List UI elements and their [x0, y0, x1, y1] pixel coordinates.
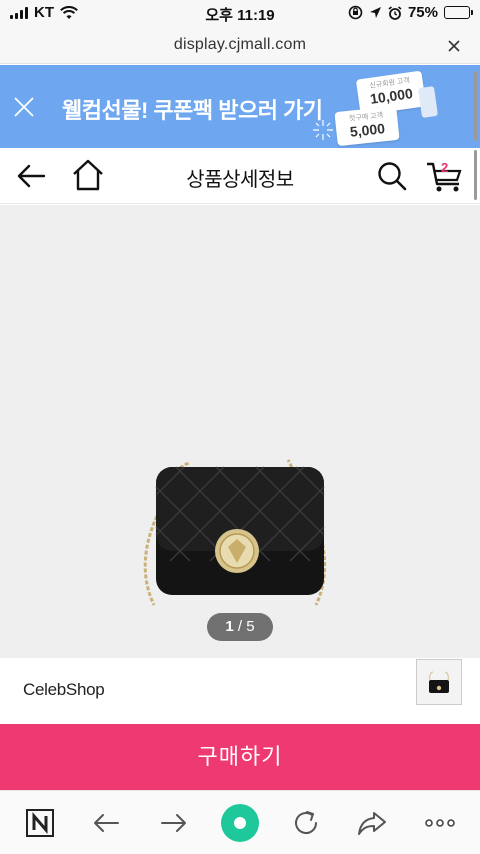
battery-percent: 75%	[407, 4, 438, 21]
location-icon	[369, 7, 381, 18]
promo-banner[interactable]: 웰컴선물! 쿠폰팩 받으러 가기 신규회원 고객 10,000 첫구매 고객 5…	[0, 65, 480, 148]
banner-close-icon[interactable]	[12, 95, 36, 119]
sparkle-icon	[313, 120, 333, 140]
share-icon[interactable]	[356, 807, 388, 839]
promo-text[interactable]: 웰컴선물! 쿠폰팩 받으러 가기	[62, 93, 323, 125]
product-image-carousel[interactable]: 1 / 5	[0, 205, 480, 658]
image-pager: 1 / 5	[207, 613, 273, 641]
naver-n-icon[interactable]	[24, 807, 56, 839]
browser-bottom-toolbar	[0, 790, 480, 854]
buy-button[interactable]: 구매하기	[0, 724, 480, 790]
back-icon[interactable]	[90, 807, 122, 839]
scroll-indicator-2	[474, 150, 477, 200]
page-title: 상품상세정보	[186, 169, 294, 191]
pager-separator: /	[237, 618, 243, 635]
close-icon[interactable]	[442, 34, 466, 58]
pager-current: 1	[225, 618, 234, 635]
seller-row: CelebShop	[0, 658, 480, 724]
orientation-lock-icon	[348, 5, 363, 20]
forward-icon[interactable]	[158, 807, 190, 839]
url-bar[interactable]: display.cjmall.com	[0, 28, 480, 64]
ticket-stub-icon	[417, 86, 439, 118]
url-text[interactable]: display.cjmall.com	[0, 36, 480, 54]
status-bar: KT 오후 11:19 75%	[0, 0, 480, 28]
pager-total: 5	[246, 618, 255, 635]
search-icon[interactable]	[376, 160, 408, 192]
battery-icon	[444, 6, 473, 19]
coupon-bottom: 첫구매 고객 5,000	[334, 105, 400, 147]
status-right: 75%	[348, 4, 473, 21]
seller-name[interactable]: CelebShop	[23, 680, 105, 700]
floating-product-thumbnail[interactable]	[416, 659, 462, 705]
refresh-icon[interactable]	[290, 807, 322, 839]
app-header: 상품상세정보 2	[0, 148, 480, 204]
more-icon[interactable]	[424, 807, 456, 839]
green-home-icon[interactable]	[220, 803, 260, 843]
scroll-indicator	[474, 71, 477, 141]
product-thumbnail-image[interactable]	[417, 660, 461, 704]
cart-badge: 2	[441, 160, 449, 175]
alarm-icon	[388, 5, 402, 20]
product-bag-image[interactable]	[130, 455, 350, 615]
